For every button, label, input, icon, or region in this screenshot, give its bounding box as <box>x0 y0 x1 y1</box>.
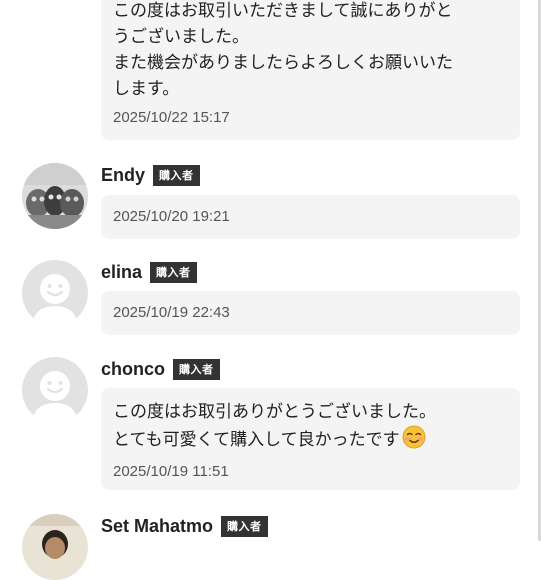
smiling-face-emoji-icon <box>402 425 426 457</box>
review-message: この度はお取引いただきまして誠にありがと うございました。 また機会がありました… <box>113 1 453 99</box>
review-timestamp: 2025/10/19 22:43 <box>113 304 230 321</box>
review-bubble: 2025/10/20 19:21 <box>101 195 520 239</box>
review-bubble: この度はお取引いただきまして誠にありがと うございました。 また機会がありました… <box>101 0 520 140</box>
review-message-text: この度はお取引ありがとうございました。 とても可愛くて購入して良かったです <box>113 402 436 450</box>
user-name-row: Set Mahatmo 購入者 <box>101 514 268 538</box>
default-avatar-icon <box>22 357 88 423</box>
user-avatar[interactable] <box>22 514 88 580</box>
photo-avatar-icon <box>22 514 88 580</box>
user-name[interactable]: chonco <box>101 359 165 380</box>
user-name[interactable]: Set Mahatmo <box>101 516 213 537</box>
user-name-row: Endy 購入者 <box>101 163 200 187</box>
review-timestamp: 2025/10/19 11:51 <box>113 463 229 480</box>
user-avatar[interactable] <box>22 357 88 423</box>
review-timestamp: 2025/10/20 19:21 <box>113 208 230 225</box>
user-name[interactable]: elina <box>101 262 142 283</box>
user-avatar[interactable] <box>22 163 88 229</box>
user-name-row: chonco 購入者 <box>101 357 220 381</box>
user-name[interactable]: Endy <box>101 165 145 186</box>
review-bubble: 2025/10/19 22:43 <box>101 291 520 335</box>
photo-avatar-icon <box>22 163 88 229</box>
review-message: この度はお取引ありがとうございました。 とても可愛くて購入して良かったです <box>113 399 508 457</box>
review-bubble: この度はお取引ありがとうございました。 とても可愛くて購入して良かったです 20… <box>101 388 520 490</box>
buyer-badge: 購入者 <box>173 358 220 380</box>
user-name-row: elina 購入者 <box>101 260 197 284</box>
review-timestamp: 2025/10/22 15:17 <box>113 109 230 126</box>
buyer-badge: 購入者 <box>150 261 197 283</box>
buyer-badge: 購入者 <box>153 164 200 186</box>
user-avatar[interactable] <box>22 260 88 326</box>
buyer-badge: 購入者 <box>221 515 268 537</box>
default-avatar-icon <box>22 260 88 326</box>
